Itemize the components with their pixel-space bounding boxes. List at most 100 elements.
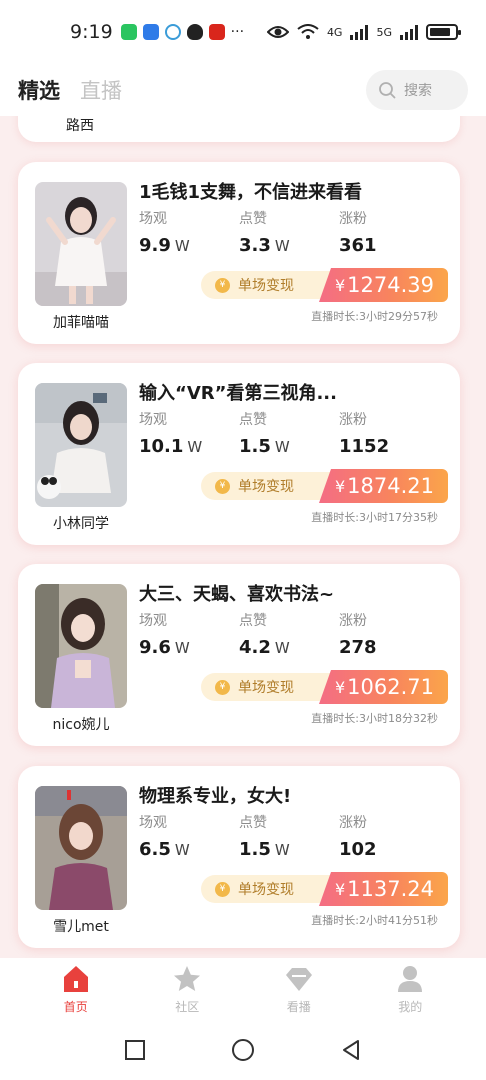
earnings-badge: ¥ 单场变现 ¥1062.71 bbox=[201, 670, 448, 704]
earnings-chip: ¥ 单场变现 bbox=[201, 271, 331, 299]
coin-icon: ¥ bbox=[215, 478, 230, 494]
earnings-label: 单场变现 bbox=[238, 479, 294, 495]
currency-symbol: ¥ bbox=[334, 275, 346, 295]
stream-title: 物理系专业，女大! bbox=[139, 786, 292, 807]
earnings-amount: ¥1874.21 bbox=[319, 469, 448, 503]
stat-views-label: 场观 bbox=[139, 412, 167, 428]
wifi-icon bbox=[297, 24, 319, 39]
top-header: 精选 直播 搜索 bbox=[0, 64, 486, 116]
nav-community-label: 社区 bbox=[175, 999, 200, 1014]
star-icon bbox=[174, 965, 201, 991]
streamer-feed[interactable]: 路西 加菲喵喵 1毛钱1支舞，不信进来看看 场观 9.9 W 点赞 3.3 W 涨粉… bbox=[0, 116, 486, 958]
network-5g-label: 5G bbox=[376, 25, 392, 39]
home-icon bbox=[63, 965, 88, 992]
stat-likes-label: 点赞 bbox=[239, 412, 267, 428]
stream-duration: 直播时长:3小时18分32秒 bbox=[311, 712, 438, 725]
nav-watch[interactable]: 看播 bbox=[264, 964, 334, 1015]
home-circle-icon[interactable] bbox=[231, 1038, 255, 1062]
stat-likes-value: 4.2 bbox=[239, 637, 271, 658]
stream-title: 大三、天蝎、喜欢书法~ bbox=[139, 584, 335, 605]
nav-profile[interactable]: 我的 bbox=[375, 964, 445, 1015]
earnings-amount: ¥1062.71 bbox=[319, 670, 448, 704]
stat-views: 场观 6.5 W bbox=[139, 812, 190, 860]
stat-views-value: 10.1 bbox=[139, 436, 184, 457]
streamer-card[interactable]: 小林同学 输入“VR”看第三视角... 场观 10.1 W 点赞 1.5 W 涨粉 … bbox=[18, 363, 460, 545]
stat-unit: W bbox=[174, 237, 190, 255]
stream-title: 输入“VR”看第三视角... bbox=[139, 383, 337, 404]
stat-unit: W bbox=[274, 438, 290, 456]
stat-unit: W bbox=[274, 237, 290, 255]
earnings-value: 1874.21 bbox=[347, 474, 434, 498]
stat-fans-label: 涨粉 bbox=[339, 412, 367, 428]
coin-icon: ¥ bbox=[215, 277, 230, 293]
earnings-label: 单场变现 bbox=[238, 882, 294, 898]
streamer-avatar[interactable] bbox=[35, 182, 127, 306]
tab-live[interactable]: 直播 bbox=[80, 75, 122, 105]
stat-likes-value: 1.5 bbox=[239, 436, 271, 457]
stat-views-label: 场观 bbox=[139, 211, 167, 227]
signal-icon-1 bbox=[350, 24, 369, 40]
stat-fans-value: 102 bbox=[339, 839, 377, 860]
coin-icon: ¥ bbox=[215, 881, 230, 897]
streamer-avatar[interactable] bbox=[35, 383, 127, 507]
status-bar: 9:19 ··· 4G 5G bbox=[0, 0, 486, 64]
stat-likes-label: 点赞 bbox=[239, 613, 267, 629]
tab-featured[interactable]: 精选 bbox=[18, 75, 60, 105]
earnings-badge: ¥ 单场变现 ¥1137.24 bbox=[201, 872, 448, 906]
stat-fans-value: 1152 bbox=[339, 436, 390, 457]
currency-symbol: ¥ bbox=[334, 677, 346, 697]
streamer-card[interactable]: 雪儿met 物理系专业，女大! 场观 6.5 W 点赞 1.5 W 涨粉 102 ¥… bbox=[18, 766, 460, 948]
currency-symbol: ¥ bbox=[334, 476, 346, 496]
stat-unit: W bbox=[174, 639, 190, 657]
search-box[interactable]: 搜索 bbox=[366, 70, 468, 110]
app-red-icon bbox=[208, 24, 225, 40]
streamer-name: 路西 bbox=[66, 118, 94, 134]
nav-home-label: 首页 bbox=[63, 999, 88, 1014]
browser-icon bbox=[142, 24, 159, 40]
search-placeholder: 搜索 bbox=[404, 83, 432, 99]
earnings-chip: ¥ 单场变现 bbox=[201, 875, 331, 903]
streamer-card-partial[interactable]: 路西 bbox=[18, 116, 460, 142]
earnings-amount: ¥1137.24 bbox=[319, 872, 448, 906]
earnings-value: 1274.39 bbox=[347, 273, 434, 297]
stat-fans-label: 涨粉 bbox=[339, 815, 367, 831]
stat-fans: 涨粉 102 bbox=[339, 812, 377, 860]
profile-icon bbox=[398, 965, 423, 992]
streamer-name: 雪儿met bbox=[53, 919, 109, 935]
streamer-card[interactable]: nico婉儿 大三、天蝎、喜欢书法~ 场观 9.6 W 点赞 4.2 W 涨粉 27… bbox=[18, 564, 460, 746]
stat-fans: 涨粉 361 bbox=[339, 208, 377, 256]
status-time: 9:19 bbox=[70, 21, 113, 43]
earnings-chip: ¥ 单场变现 bbox=[201, 472, 331, 500]
stream-title: 1毛钱1支舞，不信进来看看 bbox=[139, 182, 363, 203]
wechat-icon bbox=[120, 24, 137, 40]
earnings-label: 单场变现 bbox=[238, 278, 294, 294]
stream-duration: 直播时长:3小时29分57秒 bbox=[311, 310, 438, 323]
nav-home[interactable]: 首页 bbox=[41, 964, 111, 1015]
stat-views: 场观 9.9 W bbox=[139, 208, 190, 256]
stat-views-value: 9.9 bbox=[139, 235, 171, 256]
stream-duration: 直播时长:3小时17分35秒 bbox=[311, 511, 438, 524]
status-app-icons: ··· bbox=[120, 24, 244, 40]
stat-unit: W bbox=[174, 841, 190, 859]
earnings-amount: ¥1274.39 bbox=[319, 268, 448, 302]
system-nav-bar bbox=[0, 1020, 486, 1080]
search-icon bbox=[379, 82, 396, 99]
qq-icon bbox=[186, 24, 203, 40]
recent-apps-icon[interactable] bbox=[123, 1038, 147, 1062]
back-icon[interactable] bbox=[339, 1038, 363, 1062]
earnings-chip: ¥ 单场变现 bbox=[201, 673, 331, 701]
streamer-avatar[interactable] bbox=[35, 584, 127, 708]
signal-icon-2 bbox=[400, 24, 418, 40]
streamer-avatar[interactable] bbox=[35, 786, 127, 910]
earnings-value: 1137.24 bbox=[347, 877, 434, 901]
nav-watch-label: 看播 bbox=[286, 999, 311, 1014]
stat-fans: 涨粉 1152 bbox=[339, 409, 389, 457]
earnings-badge: ¥ 单场变现 ¥1274.39 bbox=[201, 268, 448, 302]
nav-community[interactable]: 社区 bbox=[152, 964, 222, 1015]
diamond-icon bbox=[285, 967, 312, 991]
status-right: 4G 5G bbox=[266, 24, 461, 40]
streamer-card[interactable]: 加菲喵喵 1毛钱1支舞，不信进来看看 场观 9.9 W 点赞 3.3 W 涨粉 36… bbox=[18, 162, 460, 344]
stat-likes-value: 3.3 bbox=[239, 235, 271, 256]
earnings-label: 单场变现 bbox=[238, 680, 294, 696]
stat-likes-value: 1.5 bbox=[239, 839, 271, 860]
